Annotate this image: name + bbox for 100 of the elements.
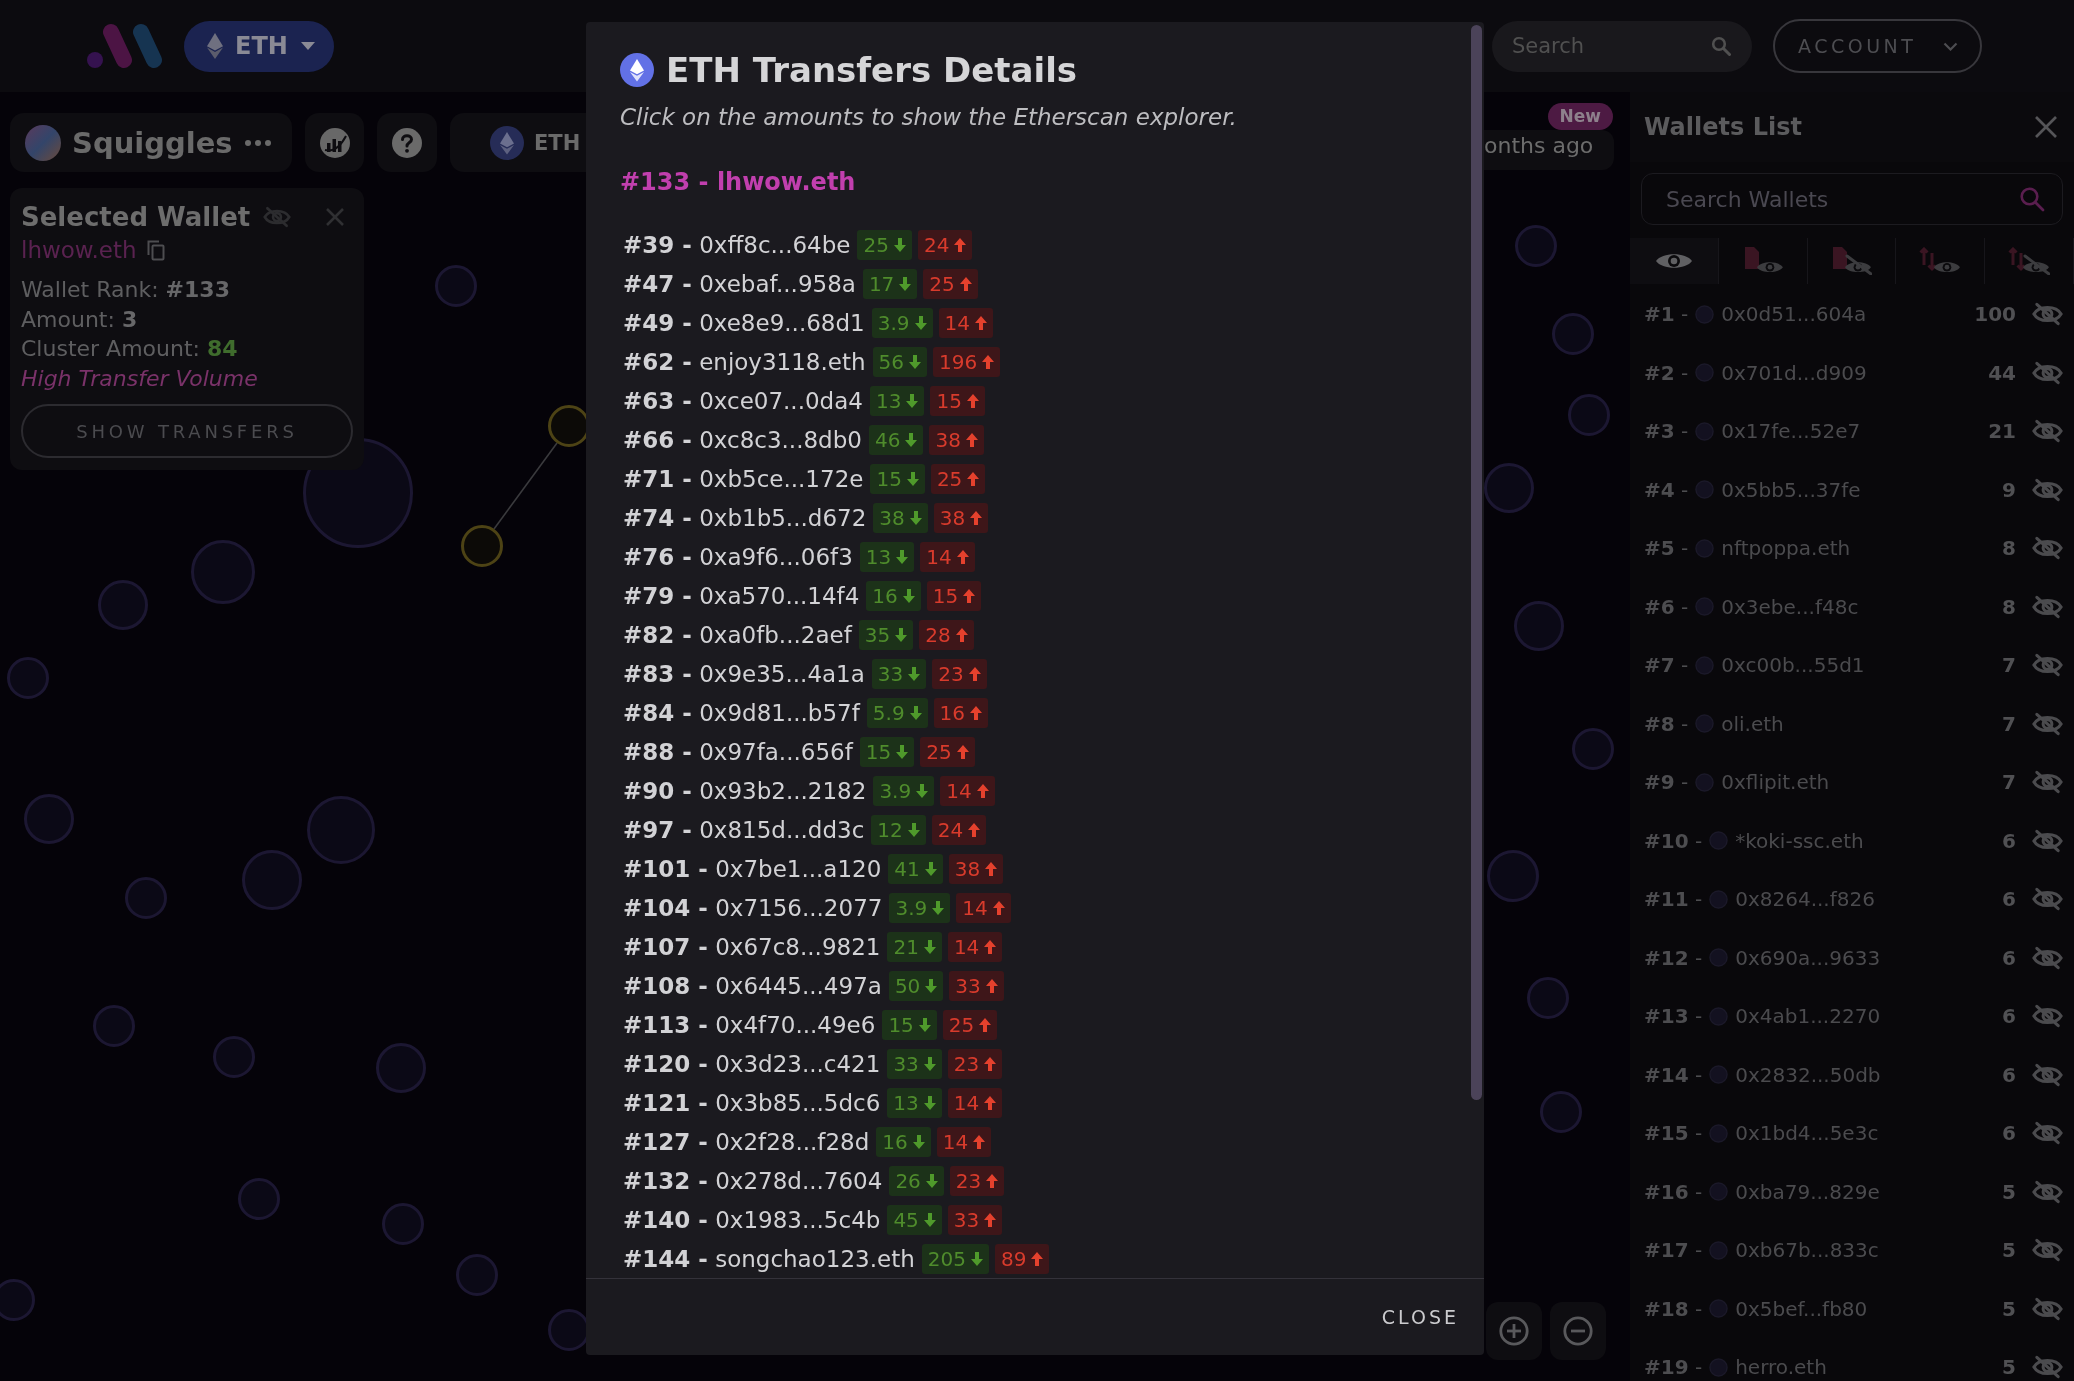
sent-amount-link[interactable]: 196 xyxy=(933,346,1001,377)
received-amount-link[interactable]: 12 xyxy=(871,814,926,845)
graph-node[interactable] xyxy=(1568,394,1610,436)
close-button[interactable]: CLOSE xyxy=(1378,1296,1462,1338)
wallet-address[interactable]: 0x701d...d909 xyxy=(1721,360,1867,385)
sent-amount-link[interactable]: 23 xyxy=(947,1048,1003,1079)
received-amount-link[interactable]: 3.9 xyxy=(871,307,933,338)
graph-node[interactable] xyxy=(1552,313,1594,355)
graph-node[interactable] xyxy=(242,850,302,910)
received-amount-link[interactable]: 17 xyxy=(862,268,918,299)
sent-amount-link[interactable]: 14 xyxy=(938,307,993,338)
graph-node[interactable] xyxy=(1572,728,1614,770)
received-amount-link[interactable]: 13 xyxy=(859,541,915,572)
show-transfers-button[interactable]: SHOW TRANSFERS xyxy=(21,404,353,458)
sent-amount-link[interactable]: 25 xyxy=(942,1009,998,1040)
received-amount-link[interactable]: 15 xyxy=(859,736,915,767)
wallet-address[interactable]: 0x4ab1...2270 xyxy=(1735,1004,1881,1029)
sent-amount-link[interactable]: 25 xyxy=(923,268,978,299)
account-button[interactable]: ACCOUNT xyxy=(1773,19,1982,73)
wallet-address[interactable]: 0x5bef...fb80 xyxy=(1735,1296,1868,1321)
close-icon[interactable] xyxy=(325,207,345,227)
sent-amount-link[interactable]: 89 xyxy=(994,1243,1050,1274)
sent-amount-link[interactable]: 38 xyxy=(929,424,984,455)
eye-slash-icon[interactable] xyxy=(2032,302,2063,327)
received-amount-link[interactable]: 26 xyxy=(889,1165,944,1196)
sent-amount-link[interactable]: 24 xyxy=(931,814,987,845)
sent-amount-link[interactable]: 38 xyxy=(933,502,989,533)
network-chip[interactable]: ETH xyxy=(450,113,587,172)
sent-amount-link[interactable]: 38 xyxy=(948,853,1004,884)
more-icon[interactable] xyxy=(244,139,271,146)
eye-slash-icon[interactable] xyxy=(2032,1121,2063,1146)
sent-amount-link[interactable]: 14 xyxy=(936,1126,992,1157)
scrollbar-thumb[interactable] xyxy=(1471,25,1482,1100)
graph-node[interactable] xyxy=(0,1279,35,1321)
wallet-search-field[interactable]: Search Wallets xyxy=(1641,173,2063,225)
wallet-address[interactable]: 0xflipit.eth xyxy=(1721,770,1830,795)
received-amount-link[interactable]: 46 xyxy=(868,424,924,455)
graph-node[interactable] xyxy=(376,1043,426,1093)
graph-node[interactable] xyxy=(24,794,74,844)
collection-selector[interactable]: Squiggles xyxy=(10,113,292,172)
graph-node[interactable] xyxy=(191,540,255,604)
zoom-out-button[interactable] xyxy=(1550,1302,1606,1360)
wallet-address[interactable]: *koki-ssc.eth xyxy=(1735,828,1864,853)
received-amount-link[interactable]: 50 xyxy=(888,970,944,1001)
sent-amount-link[interactable]: 28 xyxy=(919,619,974,650)
received-amount-link[interactable]: 21 xyxy=(887,931,942,962)
filter-tab[interactable] xyxy=(1630,238,1719,284)
wallet-address[interactable]: 0x8264...f826 xyxy=(1735,887,1875,912)
received-amount-link[interactable]: 205 xyxy=(921,1243,989,1274)
sent-amount-link[interactable]: 15 xyxy=(926,580,982,611)
graph-node[interactable] xyxy=(307,796,375,864)
received-amount-link[interactable]: 3.9 xyxy=(873,775,935,806)
received-amount-link[interactable]: 16 xyxy=(876,1126,931,1157)
received-amount-link[interactable]: 35 xyxy=(858,619,914,650)
graph-node[interactable] xyxy=(1484,463,1534,513)
received-amount-link[interactable]: 38 xyxy=(873,502,928,533)
wallet-address[interactable]: nftpoppa.eth xyxy=(1721,536,1851,561)
sent-amount-link[interactable]: 14 xyxy=(940,775,995,806)
graph-node[interactable] xyxy=(435,265,477,307)
received-amount-link[interactable]: 41 xyxy=(888,853,943,884)
eye-slash-icon[interactable] xyxy=(263,206,292,228)
graph-node[interactable] xyxy=(456,1254,498,1296)
received-amount-link[interactable]: 16 xyxy=(866,580,921,611)
received-amount-link[interactable]: 13 xyxy=(887,1087,942,1118)
sent-amount-link[interactable]: 14 xyxy=(920,541,975,572)
wallet-address[interactable]: 0xc00b...55d1 xyxy=(1721,653,1865,678)
eye-slash-icon[interactable] xyxy=(2032,828,2063,853)
graph-node[interactable] xyxy=(1514,601,1564,651)
received-amount-link[interactable]: 3.9 xyxy=(889,892,951,923)
eye-slash-icon[interactable] xyxy=(2032,536,2063,561)
graph-node[interactable] xyxy=(1540,1091,1582,1133)
graph-node[interactable] xyxy=(125,877,167,919)
wallet-address[interactable]: 0x1bd4...5e3c xyxy=(1735,1121,1879,1146)
sent-amount-link[interactable]: 25 xyxy=(930,463,986,494)
wallet-address[interactable]: 0x2832...50db xyxy=(1735,1062,1881,1087)
network-dropdown[interactable]: ETH xyxy=(184,20,334,72)
received-amount-link[interactable]: 13 xyxy=(869,385,925,416)
graph-node[interactable] xyxy=(382,1203,424,1245)
eye-slash-icon[interactable] xyxy=(2032,594,2063,619)
graph-node[interactable] xyxy=(7,657,49,699)
eye-slash-icon[interactable] xyxy=(2032,770,2063,795)
wallet-address[interactable]: 0xb67b...833c xyxy=(1735,1238,1879,1263)
received-amount-link[interactable]: 33 xyxy=(887,1048,942,1079)
sent-amount-link[interactable]: 15 xyxy=(930,385,985,416)
sent-amount-link[interactable]: 33 xyxy=(947,1204,1003,1235)
wallet-address[interactable]: 0xba79...829e xyxy=(1735,1179,1880,1204)
graph-node[interactable] xyxy=(1487,850,1539,902)
search-field[interactable]: Search xyxy=(1492,20,1752,72)
wallet-address[interactable]: 0x5bb5...37fe xyxy=(1721,477,1861,502)
zoom-in-button[interactable] xyxy=(1486,1302,1542,1360)
sent-amount-link[interactable]: 14 xyxy=(956,892,1011,923)
sent-amount-link[interactable]: 14 xyxy=(947,931,1003,962)
eye-slash-icon[interactable] xyxy=(2032,477,2063,502)
eye-slash-icon[interactable] xyxy=(2032,887,2063,912)
sent-amount-link[interactable]: 14 xyxy=(947,1087,1003,1118)
received-amount-link[interactable]: 56 xyxy=(872,346,927,377)
sent-amount-link[interactable]: 23 xyxy=(932,658,987,689)
wallet-address[interactable]: herro.eth xyxy=(1735,1355,1827,1380)
wallet-address[interactable]: oli.eth xyxy=(1721,711,1784,736)
received-amount-link[interactable]: 15 xyxy=(870,463,925,494)
